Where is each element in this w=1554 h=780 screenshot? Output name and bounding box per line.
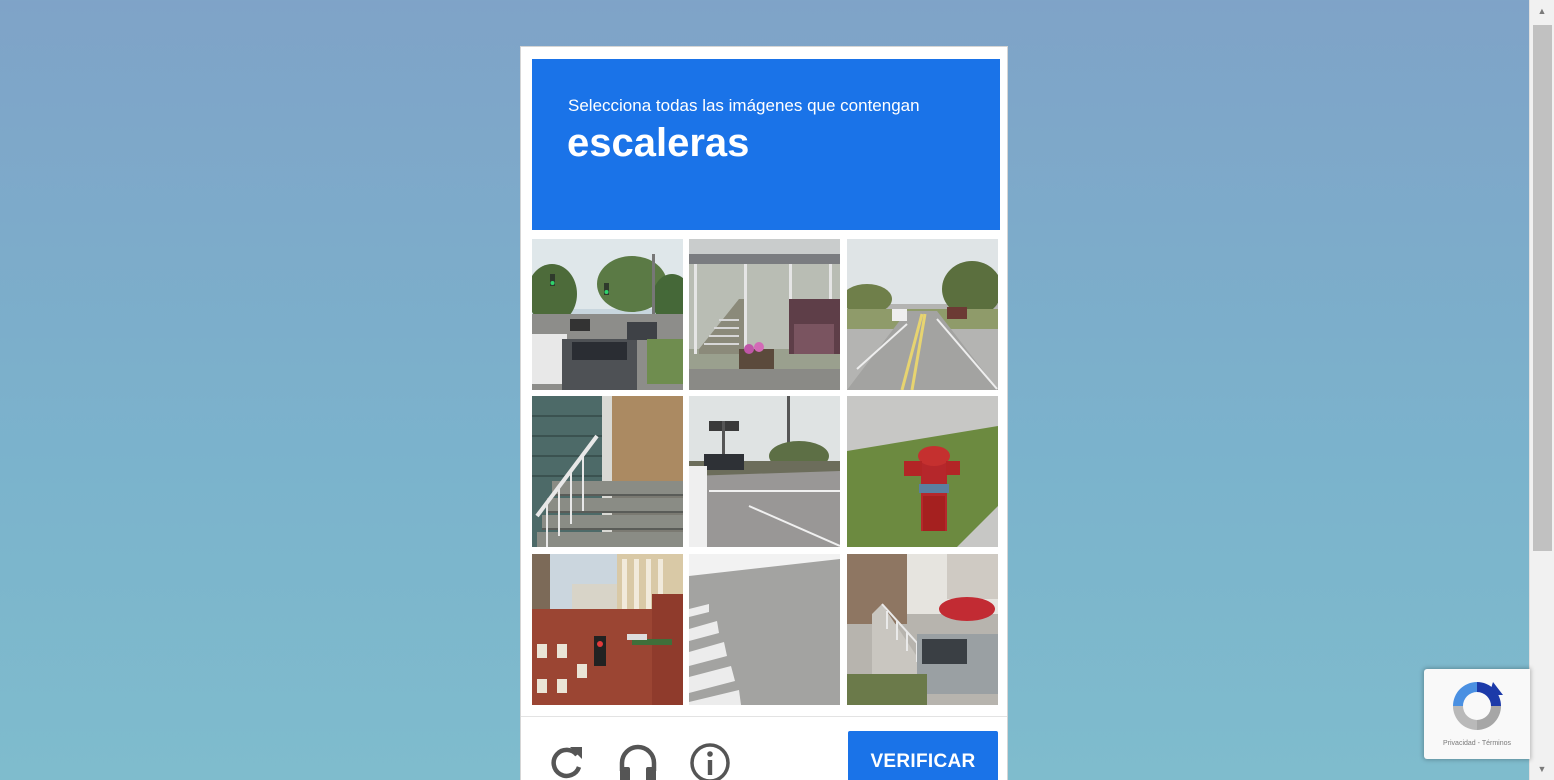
recaptcha-badge[interactable]: Privacidad - Términos (1424, 669, 1530, 759)
image-tile-road[interactable] (847, 239, 998, 390)
badge-links: Privacidad - Términos (1424, 740, 1530, 747)
image-tile-crosswalk[interactable] (689, 554, 840, 705)
page-scrollbar[interactable]: ▲ ▼ (1529, 0, 1554, 780)
verify-button[interactable]: VERIFICAR (848, 731, 998, 780)
footer-divider (521, 716, 1007, 717)
link-separator: - (1477, 740, 1480, 747)
image-tile-stairs-houses[interactable] (847, 554, 998, 705)
image-tile-fire-hydrant[interactable] (847, 396, 998, 547)
image-tile-porch-stairs[interactable] (689, 239, 840, 390)
challenge-prompt: Selecciona todas las imágenes que conten… (568, 96, 920, 115)
challenge-header: Selecciona todas las imágenes que conten… (532, 59, 1000, 230)
image-tile-stair-railing[interactable] (532, 396, 683, 547)
image-tile-brick-building[interactable] (532, 554, 683, 705)
terms-link[interactable]: Términos (1482, 740, 1511, 747)
headphones-icon[interactable] (616, 741, 660, 780)
recaptcha-logo-icon (1448, 677, 1506, 735)
image-tile-street-traffic-lights[interactable] (532, 239, 683, 390)
image-tile-intersection[interactable] (689, 396, 840, 547)
scroll-thumb[interactable] (1533, 25, 1552, 551)
reload-icon[interactable] (544, 741, 588, 780)
challenge-keyword: escaleras (567, 121, 750, 165)
captcha-challenge: Selecciona todas las imágenes que conten… (520, 46, 1008, 780)
scroll-down-arrow-icon[interactable]: ▼ (1530, 761, 1554, 777)
privacy-link[interactable]: Privacidad (1443, 740, 1476, 747)
scroll-up-arrow-icon[interactable]: ▲ (1530, 3, 1554, 19)
info-icon[interactable] (688, 741, 732, 780)
